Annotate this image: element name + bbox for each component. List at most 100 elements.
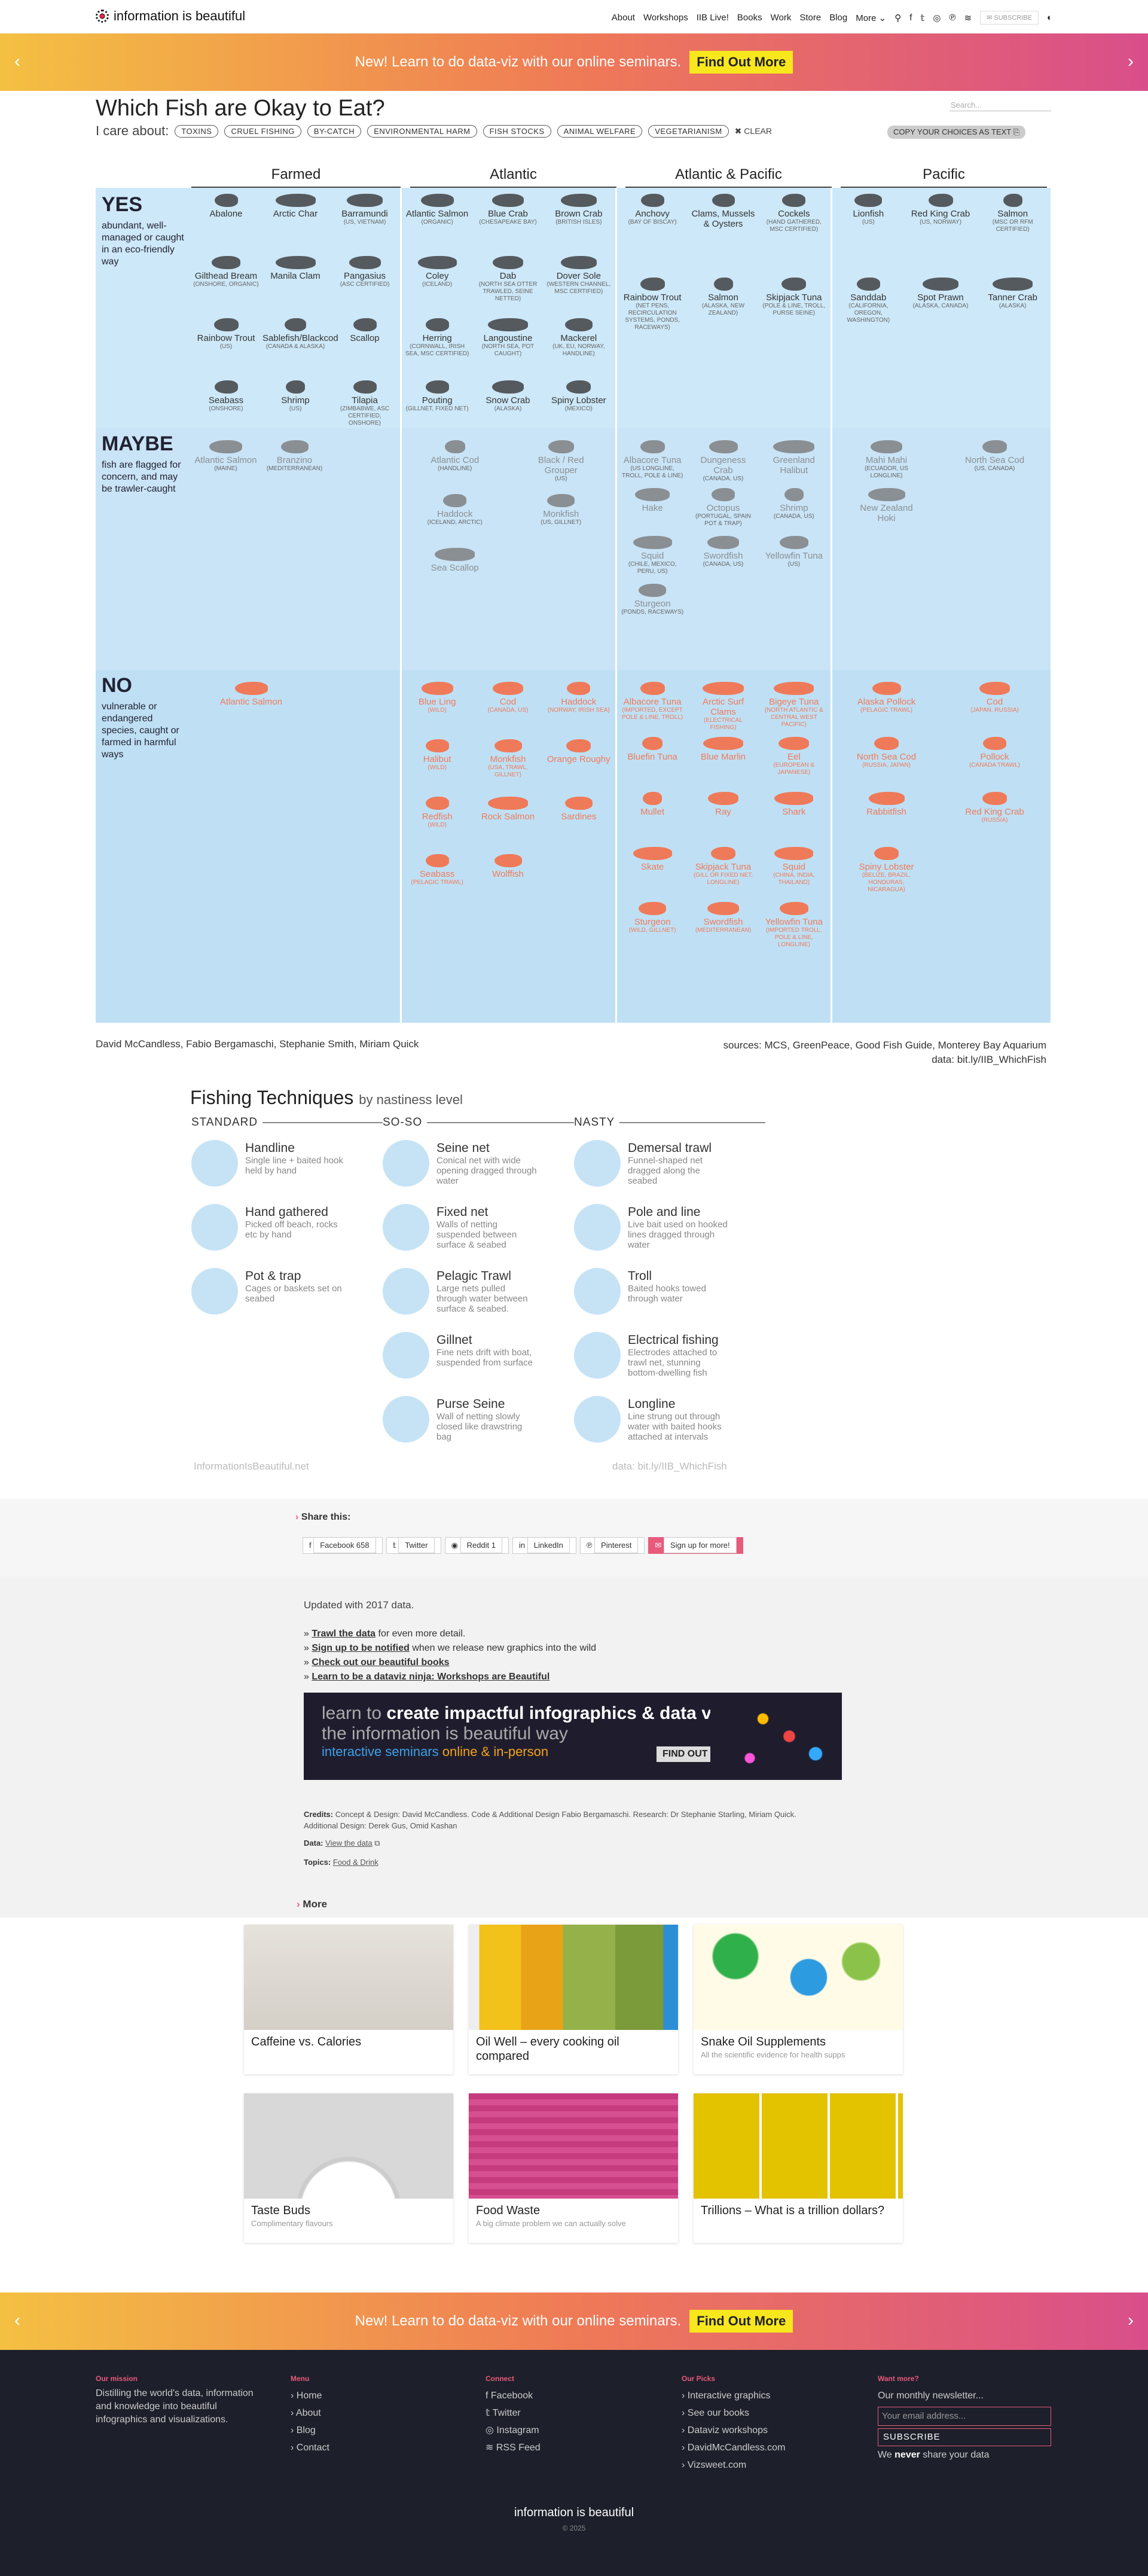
- fish-item[interactable]: Atlantic Salmon: [218, 682, 284, 707]
- fish-item[interactable]: Tilapia (ZIMBABWE, ASC CERTIFIED, ONSHORE…: [332, 380, 398, 427]
- find-out-more-button[interactable]: Find Out More: [689, 51, 793, 74]
- footer-link[interactable]: › About: [291, 2404, 329, 2422]
- fish-item[interactable]: Mullet: [619, 792, 685, 817]
- footer-link[interactable]: › See our books: [682, 2404, 785, 2422]
- fish-item[interactable]: Mahi Mahi (ECUADOR, US LONGLINE): [854, 440, 920, 480]
- fish-item[interactable]: Spiny Lobster (BELIZE, BRAZIL, HONDURAS, …: [854, 847, 920, 894]
- topic-link[interactable]: Food & Drink: [333, 1858, 378, 1867]
- fish-item[interactable]: Pollock (CANADA TRAWL): [962, 737, 1028, 769]
- related-card[interactable]: Taste Buds Complimentary flavours: [244, 2093, 453, 2243]
- info-link[interactable]: » Sign up to be notified when we release…: [304, 1641, 596, 1656]
- fish-item[interactable]: Albacore Tuna (US LONGLINE, TROLL, POLE &…: [619, 440, 685, 480]
- fish-item[interactable]: Blue Marlin: [691, 737, 756, 762]
- fish-item[interactable]: Hake: [619, 488, 685, 513]
- nav-work[interactable]: Work: [771, 13, 792, 23]
- fish-item[interactable]: Sturgeon (PONDS, RACEWAYS): [619, 584, 685, 616]
- fish-item[interactable]: Pouting (GILLNET, FIXED NET): [404, 380, 470, 413]
- fish-item[interactable]: Blue Ling (WILD): [404, 682, 470, 714]
- fish-item[interactable]: Monkfish (US, GILLNET): [528, 494, 594, 526]
- fish-item[interactable]: Pangasius (ASC CERTIFIED): [332, 256, 398, 288]
- fish-item[interactable]: Red King Crab (US, NORWAY): [908, 194, 973, 226]
- fish-item[interactable]: Brown Crab (BRITISH ISLES): [546, 194, 612, 226]
- filter-fish-stocks[interactable]: FISH STOCKS: [483, 124, 551, 138]
- fish-item[interactable]: Atlantic Cod (HANDLINE): [422, 440, 488, 472]
- related-card[interactable]: Oil Well – every cooking oil compared: [469, 1925, 678, 2074]
- related-card[interactable]: Caffeine vs. Calories: [244, 1925, 453, 2074]
- share-linkedin-button[interactable]: in LinkedIn: [512, 1537, 576, 1554]
- fish-item[interactable]: Sturgeon (WILD, GILLNET): [619, 902, 685, 934]
- info-link[interactable]: » Check out our beautiful books: [304, 1656, 596, 1670]
- fish-item[interactable]: Rainbow Trout (NET PENS, RECIRCULATION SY…: [619, 278, 685, 331]
- fish-item[interactable]: Scallop: [332, 318, 398, 343]
- fish-item[interactable]: Wolffish: [475, 854, 541, 879]
- fish-item[interactable]: Red King Crab (RUSSIA): [962, 792, 1028, 824]
- email-field[interactable]: Your email address...: [878, 2407, 1051, 2426]
- fish-item[interactable]: Alaska Pollock (PELAGIC TRAWL): [854, 682, 920, 714]
- footer-link[interactable]: › Blog: [291, 2422, 329, 2439]
- fish-item[interactable]: Herring (CORNWALL, IRISH SEA, MSC CERTIFI…: [404, 318, 470, 358]
- nav-more[interactable]: More ⌄: [856, 13, 886, 23]
- fish-item[interactable]: North Sea Cod (US, CANADA): [962, 440, 1028, 472]
- search-input[interactable]: Search...: [949, 99, 1051, 111]
- fish-item[interactable]: Skate: [619, 847, 685, 872]
- chevron-right-icon[interactable]: ›: [1128, 2310, 1134, 2331]
- filter-vegetarianism[interactable]: VEGETARIANISM: [648, 124, 729, 138]
- fish-item[interactable]: Greenland Halibut: [761, 440, 827, 475]
- footer-rss-link[interactable]: ≋ RSS Feed: [486, 2439, 541, 2456]
- fish-item[interactable]: Tanner Crab (ALASKA): [980, 278, 1046, 310]
- share-pinterest-button[interactable]: ℗ Pinterest: [579, 1537, 645, 1554]
- fish-item[interactable]: Rabbitfish: [854, 792, 920, 817]
- nav-workshops[interactable]: Workshops: [643, 13, 688, 23]
- share-twitter-button[interactable]: 𝕥 Twitter: [386, 1537, 441, 1554]
- fish-item[interactable]: Atlantic Salmon (ORGANIC): [404, 194, 470, 226]
- fish-item[interactable]: North Sea Cod (RUSSIA, JAPAN): [854, 737, 920, 769]
- fish-item[interactable]: Atlantic Salmon (MAINE): [193, 440, 259, 472]
- fish-item[interactable]: Arctic Surf Clams (ELECTRICAL FISHING): [691, 682, 756, 731]
- fish-item[interactable]: Bigeye Tuna (NORTH ATLANTIC & CENTRAL WES…: [761, 682, 827, 728]
- fish-item[interactable]: Skipjack Tuna (POLE & LINE, TROLL, PURSE …: [761, 278, 827, 317]
- fish-item[interactable]: Swordfish (MEDITERRANEAN): [691, 902, 756, 934]
- footer-instagram-link[interactable]: ◎ Instagram: [486, 2422, 541, 2439]
- fish-item[interactable]: Langoustine (NORTH SEA, POT CAUGHT): [475, 318, 541, 358]
- fish-item[interactable]: Haddock (ICELAND, ARCTIC): [422, 494, 488, 526]
- fish-item[interactable]: Orange Roughy: [546, 739, 612, 764]
- fish-item[interactable]: Sea Scallop: [422, 548, 488, 573]
- fish-item[interactable]: Anchovy (BAY OF BISCAY): [619, 194, 685, 226]
- footer-twitter-link[interactable]: 𝕥 Twitter: [486, 2404, 541, 2422]
- view-data-link[interactable]: View the data: [325, 1839, 373, 1848]
- fish-item[interactable]: Gilthead Bream (ONSHORE, ORGANIC): [193, 256, 259, 288]
- fish-item[interactable]: Cockels (HAND GATHERED, MSC CERTIFIED): [761, 194, 827, 233]
- fish-item[interactable]: Clams, Mussels & Oysters: [691, 194, 756, 229]
- related-card[interactable]: Snake Oil Supplements All the scientific …: [694, 1925, 903, 2074]
- fish-item[interactable]: Eel (EUROPEAN & JAPANESE): [761, 737, 827, 776]
- info-link[interactable]: » Trawl the data for even more detail.: [304, 1627, 596, 1641]
- fish-item[interactable]: Squid (CHINA, INDIA, THAILAND): [761, 847, 827, 886]
- footer-link[interactable]: › Vizsweet.com: [682, 2456, 785, 2474]
- fish-item[interactable]: Dab (NORTH SEA OTTER TRAWLED, SEINE NETTE…: [475, 256, 541, 303]
- fish-item[interactable]: Shark: [761, 792, 827, 817]
- fish-item[interactable]: Dungeness Crab (CANADA, US): [691, 440, 756, 483]
- fish-item[interactable]: Dover Sole (WESTERN CHANNEL, MSC CERTIFIE…: [546, 256, 612, 295]
- fish-item[interactable]: Yellowfin Tuna (IMPORTED TROLL, POLE & LI…: [761, 902, 827, 949]
- fish-item[interactable]: Seabass (ONSHORE): [193, 380, 259, 413]
- copy-choices-button[interactable]: COPY YOUR CHOICES AS TEXT ⎘: [887, 126, 1026, 139]
- footer-link[interactable]: › Home: [291, 2387, 329, 2404]
- fish-item[interactable]: Branzino (MEDITERRANEAN): [262, 440, 328, 472]
- fish-item[interactable]: Redfish (WILD): [404, 797, 470, 829]
- fish-item[interactable]: Ray: [691, 792, 756, 817]
- filter-by-catch[interactable]: BY-CATCH: [307, 124, 362, 138]
- newsletter-subscribe-button[interactable]: SUBSCRIBE: [878, 2428, 1051, 2446]
- seminar-ad[interactable]: learn to create impactful infographics &…: [304, 1693, 842, 1780]
- signup-button[interactable]: ✉ Sign up for more!: [648, 1537, 743, 1554]
- fish-item[interactable]: Swordfish (CANADA, US): [691, 536, 756, 568]
- fish-item[interactable]: Rainbow Trout (US): [193, 318, 259, 350]
- fish-item[interactable]: Cod (CANADA, US): [475, 682, 541, 714]
- fish-item[interactable]: Cod (JAPAN, RUSSIA): [962, 682, 1028, 714]
- find-out-more-button[interactable]: Find Out More: [689, 2310, 793, 2333]
- chevron-left-icon[interactable]: ‹: [14, 2310, 20, 2331]
- fish-item[interactable]: Haddock (NORWAY, IRISH SEA): [546, 682, 612, 714]
- filter-toxins[interactable]: TOXINS: [175, 124, 219, 138]
- info-link[interactable]: » Learn to be a dataviz ninja: Workshops…: [304, 1670, 596, 1684]
- fish-item[interactable]: Salmon (MSC OR RFM CERTIFIED): [980, 194, 1046, 233]
- fish-item[interactable]: Shrimp (CANADA, US): [761, 488, 827, 520]
